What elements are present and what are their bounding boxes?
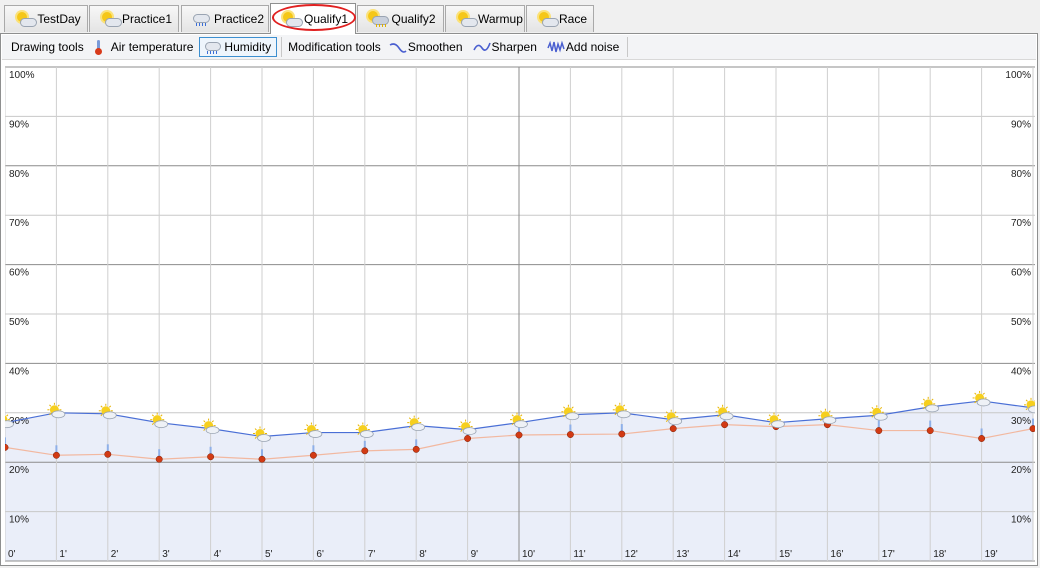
y-tick-label-right: 90% (1011, 119, 1031, 130)
weather-chart-svg[interactable]: 100% 100% 90% 90% 80% 80% 70% 70% 60% 60% 50% 50% 40… (5, 61, 1035, 562)
y-tick-label-left: 60% (9, 268, 29, 279)
toolbar-separator (627, 37, 629, 57)
x-tick-label: 0' (8, 549, 16, 560)
x-tick-label: 1' (59, 549, 67, 560)
x-tick-label: 14' (728, 549, 741, 560)
y-tick-label-left: 20% (9, 465, 29, 476)
sharpen-button[interactable]: Sharpen (469, 37, 541, 57)
x-tick-label: 2' (111, 549, 119, 560)
tab-qualify1[interactable]: Qualify1 (270, 3, 356, 34)
weather-editor-panel: Drawing tools Air temperature Humidity M… (0, 33, 1038, 566)
weather-chart[interactable]: 100% 100% 90% 90% 80% 80% 70% 70% 60% 60% 50% 50% 40… (5, 61, 1035, 562)
tab-label: Practice1 (122, 12, 173, 26)
x-tick-label: 3' (162, 549, 170, 560)
smooth-curve-icon (389, 40, 407, 54)
sun-cloud-icon (456, 11, 478, 27)
sun-cloud-icon (15, 11, 37, 27)
y-tick-label-right: 80% (1011, 169, 1031, 180)
humidity-button[interactable]: Humidity (199, 37, 278, 57)
toolbar: Drawing tools Air temperature Humidity M… (2, 35, 1036, 60)
y-tick-label-right: 40% (1011, 366, 1031, 377)
x-tick-label: 17' (882, 549, 895, 560)
tab-practice2[interactable]: Practice2 (181, 5, 269, 32)
tab-label: Qualify2 (391, 12, 436, 26)
air-temperature-label: Air temperature (110, 40, 194, 54)
tab-label: TestDay (37, 12, 81, 26)
x-tick-label: 7' (368, 549, 376, 560)
humidity-label: Humidity (224, 40, 272, 54)
add-noise-button[interactable]: Add noise (543, 37, 623, 57)
y-tick-label-left: 40% (9, 366, 29, 377)
x-tick-label: 15' (779, 549, 792, 560)
sun-cloud-icon (537, 11, 559, 27)
tab-race[interactable]: Race (526, 5, 594, 32)
x-tick-label: 19' (985, 549, 998, 560)
air-temperature-button[interactable]: Air temperature (88, 37, 198, 57)
sharpen-label: Sharpen (491, 40, 537, 54)
y-tick-label-left: 50% (9, 317, 29, 328)
smoothen-label: Smoothen (407, 40, 463, 54)
sharp-curve-icon (472, 40, 491, 54)
y-tick-label-right: 100% (1005, 70, 1031, 81)
tab-qualify2[interactable]: Qualify2 (357, 5, 444, 32)
y-tick-label-left: 80% (9, 169, 29, 180)
y-tick-label-left: 100% (9, 70, 35, 81)
sun-cloud-icon (100, 11, 122, 27)
y-tick-label-right: 60% (1011, 268, 1031, 279)
tab-warmup[interactable]: Warmup (445, 5, 525, 32)
storm-cloud-icon (368, 11, 390, 27)
y-tick-label-right: 70% (1011, 218, 1031, 229)
x-tick-label: 8' (419, 549, 427, 560)
modification-tools-label: Modification tools (288, 40, 381, 54)
thermometer-icon (92, 40, 108, 55)
smoothen-button[interactable]: Smoothen (385, 37, 467, 57)
add-noise-label: Add noise (565, 40, 620, 54)
x-tick-label: 10' (522, 549, 535, 560)
y-tick-label-right: 50% (1011, 317, 1031, 328)
noise-wave-icon (547, 40, 565, 54)
x-tick-label: 5' (265, 549, 273, 560)
x-tick-label: 18' (933, 549, 946, 560)
session-tabs: TestDay Practice1 Practice2 Qualify1 Qualify… (0, 0, 1040, 34)
tab-label: Qualify1 (303, 12, 349, 26)
x-tick-label: 4' (214, 549, 222, 560)
y-tick-label-left: 70% (9, 218, 29, 229)
x-tick-label: 16' (830, 549, 843, 560)
x-tick-label: 11' (573, 549, 585, 560)
x-tick-label: 6' (316, 549, 324, 560)
x-tick-label: 13' (676, 549, 689, 560)
y-tick-label-right: 30% (1011, 416, 1031, 427)
rain-cloud-icon (192, 11, 214, 27)
drawing-tools-label: Drawing tools (11, 40, 84, 54)
x-tick-label: 9' (471, 549, 479, 560)
tab-practice1[interactable]: Practice1 (89, 5, 179, 32)
tab-label: Race (559, 12, 588, 26)
tab-testday[interactable]: TestDay (4, 5, 88, 32)
toolbar-separator (281, 37, 283, 57)
y-tick-label-left: 10% (9, 515, 29, 526)
tab-label: Practice2 (214, 12, 265, 26)
y-tick-label-right: 10% (1011, 515, 1031, 526)
y-tick-label-right: 20% (1011, 465, 1031, 476)
x-tick-label: 12' (625, 549, 638, 560)
y-tick-label-left: 90% (9, 119, 29, 130)
tab-label: Warmup (478, 12, 523, 26)
rain-cloud-icon (205, 40, 222, 54)
sun-cloud-icon (281, 11, 303, 27)
